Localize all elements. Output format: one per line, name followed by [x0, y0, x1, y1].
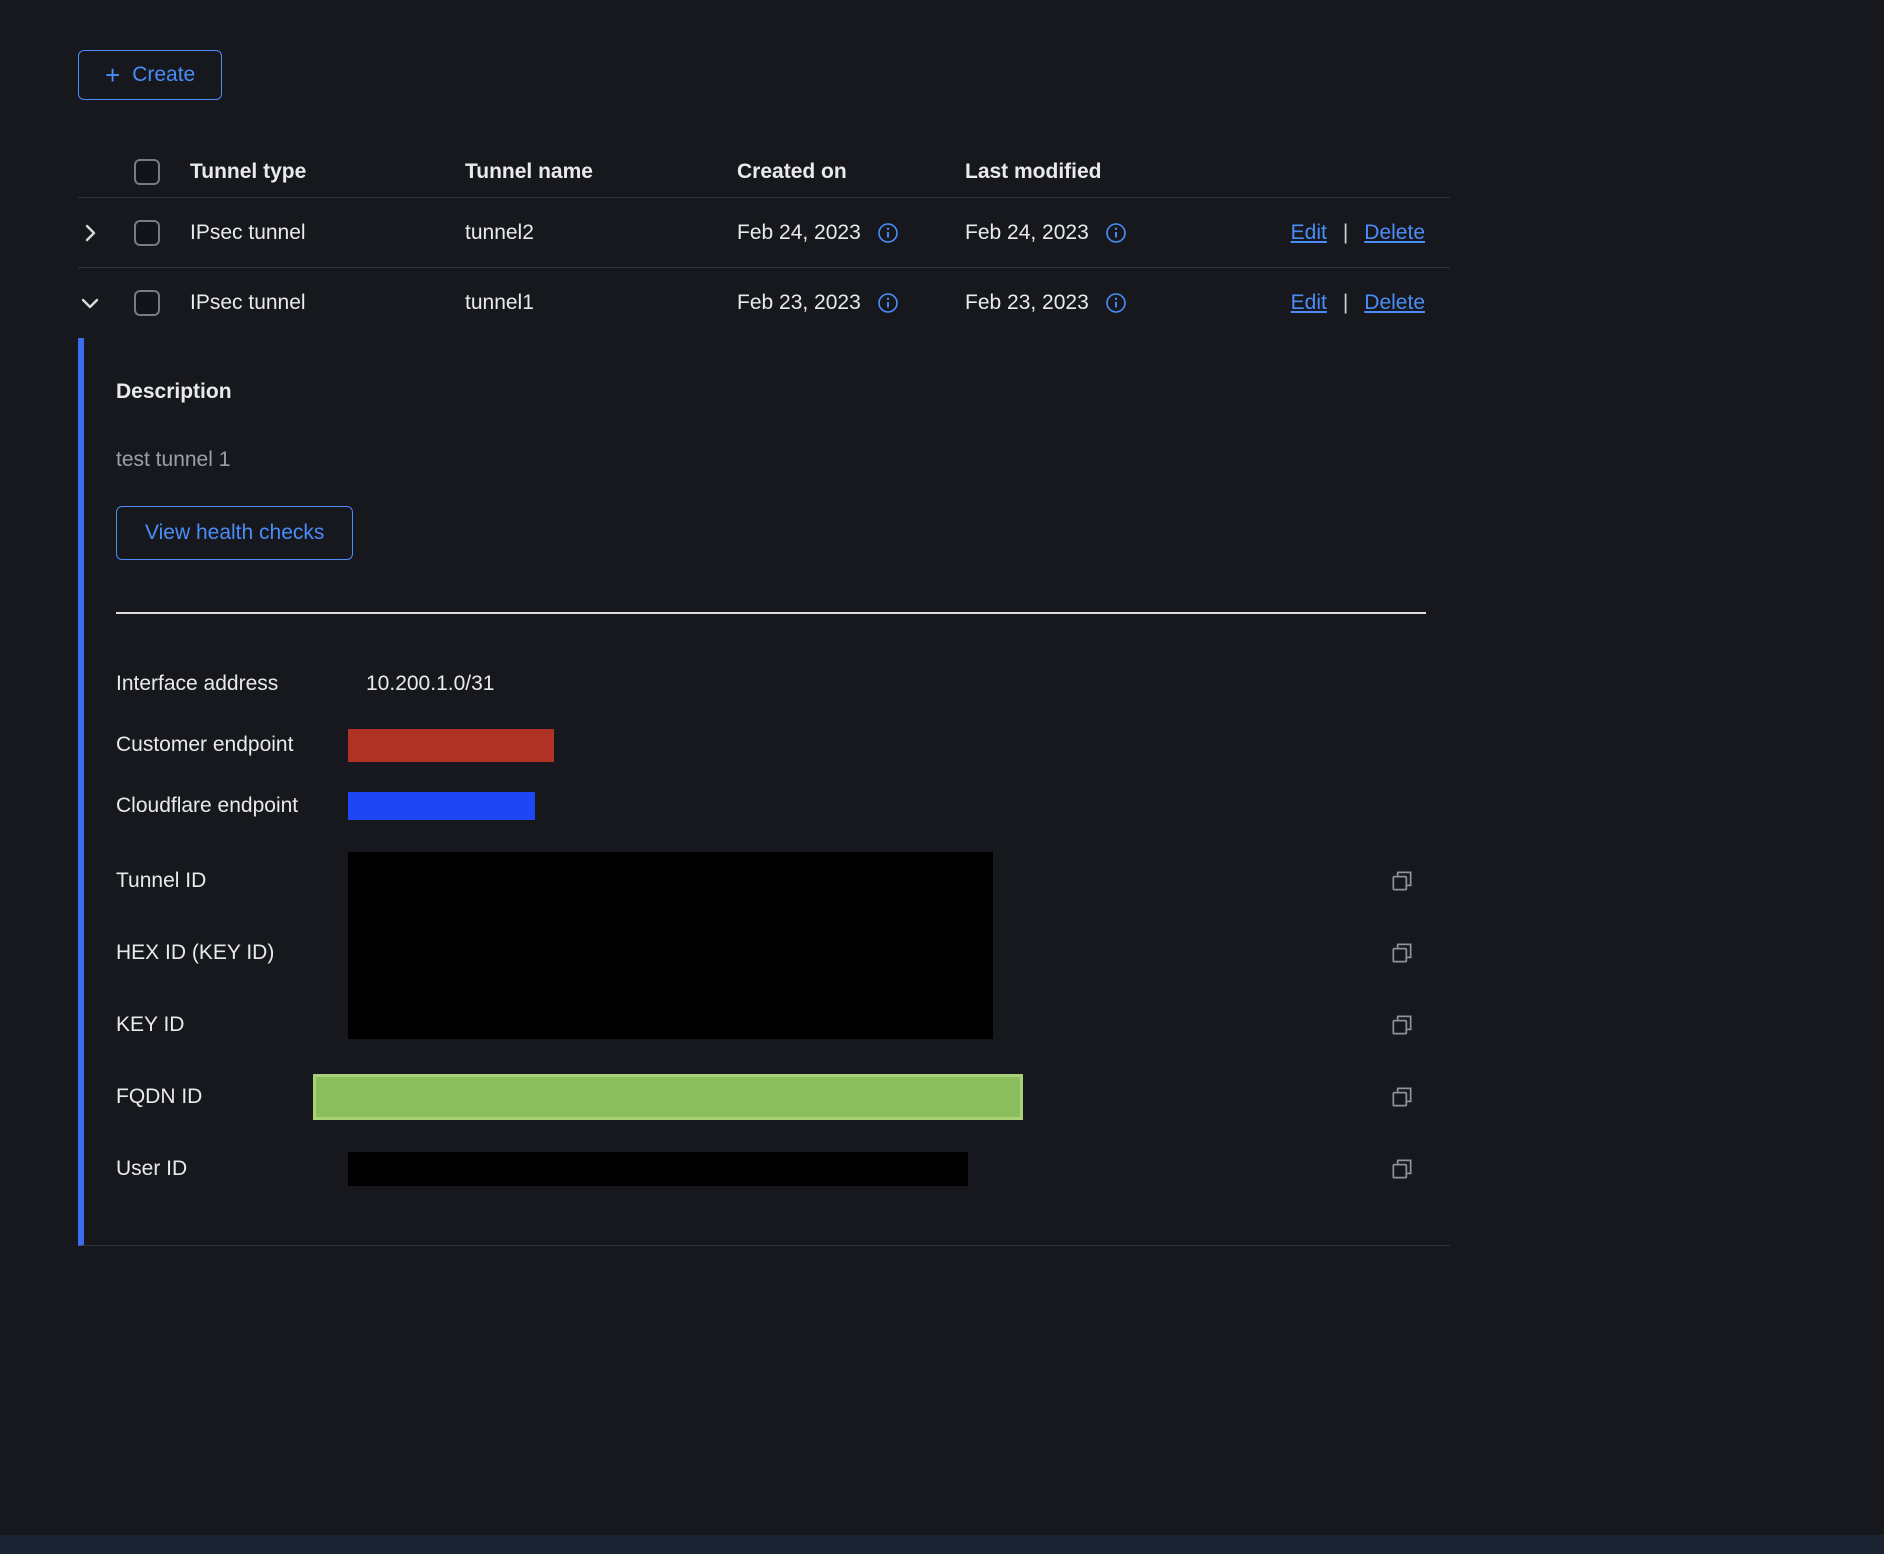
section-divider — [116, 612, 1426, 614]
column-header-tunnel-name: Tunnel name — [465, 160, 737, 184]
key-id-row: KEY ID — [116, 989, 1450, 1061]
cloudflare-endpoint-row: Cloudflare endpoint — [116, 784, 1450, 828]
select-all-checkbox[interactable] — [134, 159, 160, 185]
created-on-cell: Feb 24, 2023 — [737, 221, 861, 245]
last-modified-cell: Feb 24, 2023 — [965, 221, 1089, 245]
copy-icon[interactable] — [1388, 1155, 1416, 1183]
row-checkbox[interactable] — [134, 290, 160, 316]
tunnel-id-label: Tunnel ID — [116, 869, 348, 893]
edit-link[interactable]: Edit — [1291, 221, 1327, 245]
customer-endpoint-label: Customer endpoint — [116, 733, 348, 757]
action-separator: | — [1343, 221, 1348, 245]
info-icon[interactable] — [1105, 292, 1127, 314]
tunnel-fields: Interface address 10.200.1.0/31 Customer… — [116, 662, 1450, 1205]
create-button-label: Create — [132, 63, 195, 87]
view-health-checks-button[interactable]: View health checks — [116, 506, 353, 560]
create-button[interactable]: + Create — [78, 50, 222, 100]
cloudflare-endpoint-redacted-value — [348, 792, 535, 820]
description-label: Description — [116, 380, 1450, 404]
info-icon[interactable] — [1105, 222, 1127, 244]
copy-icon[interactable] — [1388, 1083, 1416, 1111]
info-icon[interactable] — [877, 222, 899, 244]
edit-link[interactable]: Edit — [1291, 291, 1327, 315]
interface-address-row: Interface address 10.200.1.0/31 — [116, 662, 1450, 706]
interface-address-value: 10.200.1.0/31 — [366, 672, 494, 696]
hex-id-row: HEX ID (KEY ID) — [116, 917, 1450, 989]
plus-icon: + — [105, 65, 120, 85]
customer-endpoint-row: Customer endpoint — [116, 723, 1450, 767]
table-row-tunnel1: IPsec tunnel tunnel1 Feb 23, 2023 Feb 23… — [78, 268, 1450, 338]
tunnel-id-row: Tunnel ID — [116, 845, 1450, 917]
tunnel-type-cell: IPsec tunnel — [190, 221, 465, 245]
column-header-tunnel-type: Tunnel type — [190, 160, 465, 184]
customer-endpoint-redacted-value — [348, 729, 554, 762]
tunnel-id-group: Tunnel ID HEX ID (KEY ID) — [116, 845, 1450, 1061]
tunnels-page: + Create Tunnel type Tunnel name Created… — [0, 0, 1450, 1246]
info-icon[interactable] — [877, 292, 899, 314]
last-modified-cell: Feb 23, 2023 — [965, 291, 1089, 315]
created-on-cell: Feb 23, 2023 — [737, 291, 861, 315]
tunnel-name-cell: tunnel2 — [465, 221, 737, 245]
fqdn-id-row: FQDN ID — [116, 1061, 1450, 1133]
user-id-redacted-value — [348, 1152, 968, 1186]
user-id-label: User ID — [116, 1157, 348, 1181]
view-health-checks-label: View health checks — [145, 521, 324, 545]
chevron-right-icon[interactable] — [78, 221, 102, 245]
user-id-row: User ID — [116, 1133, 1450, 1205]
action-separator: | — [1343, 291, 1348, 315]
tunnel-name-cell: tunnel1 — [465, 291, 737, 315]
column-header-created-on: Created on — [737, 160, 965, 184]
table-header: Tunnel type Tunnel name Created on Last … — [78, 146, 1450, 198]
interface-address-label: Interface address — [116, 672, 348, 696]
cloudflare-endpoint-label: Cloudflare endpoint — [116, 794, 348, 818]
tunnel-detail-panel: Description test tunnel 1 View health ch… — [78, 338, 1450, 1246]
fqdn-id-redacted-value — [313, 1074, 1023, 1120]
tunnels-table: Tunnel type Tunnel name Created on Last … — [78, 146, 1450, 1246]
bottom-strip — [0, 1535, 1884, 1554]
key-id-label: KEY ID — [116, 1013, 348, 1037]
row-checkbox[interactable] — [134, 220, 160, 246]
chevron-down-icon[interactable] — [78, 291, 102, 315]
copy-icon[interactable] — [1388, 939, 1416, 967]
column-header-last-modified: Last modified — [965, 160, 1215, 184]
delete-link[interactable]: Delete — [1364, 291, 1425, 315]
hex-id-label: HEX ID (KEY ID) — [116, 941, 348, 965]
description-value: test tunnel 1 — [116, 448, 1450, 472]
copy-icon[interactable] — [1388, 867, 1416, 895]
copy-icon[interactable] — [1388, 1011, 1416, 1039]
delete-link[interactable]: Delete — [1364, 221, 1425, 245]
tunnel-type-cell: IPsec tunnel — [190, 291, 465, 315]
table-row-tunnel2: IPsec tunnel tunnel2 Feb 24, 2023 Feb 24… — [78, 198, 1450, 268]
